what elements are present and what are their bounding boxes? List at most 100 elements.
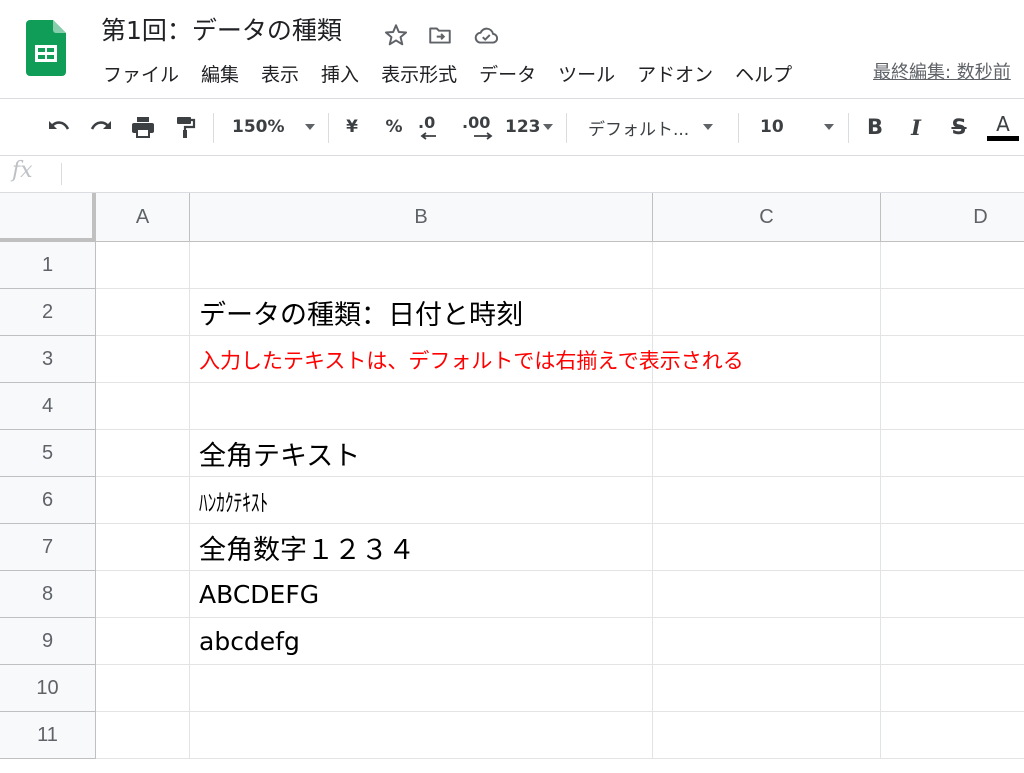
- cell-c10[interactable]: [653, 665, 881, 712]
- row-header-10[interactable]: 10: [0, 665, 96, 712]
- cell-d9[interactable]: [881, 618, 1024, 665]
- cell-d8[interactable]: [881, 571, 1024, 618]
- menu-help[interactable]: ヘルプ: [724, 60, 803, 90]
- cell-c9[interactable]: [653, 618, 881, 665]
- cell-c7[interactable]: [653, 524, 881, 571]
- cell-a4[interactable]: [96, 383, 190, 430]
- cell-a2[interactable]: [96, 289, 190, 336]
- menu-tools[interactable]: ツール: [547, 60, 626, 90]
- decrease-decimal-button[interactable]: .0: [418, 113, 450, 141]
- cell-c8[interactable]: [653, 571, 881, 618]
- sheets-logo-icon[interactable]: [26, 20, 66, 76]
- more-formats-select[interactable]: 123: [505, 113, 555, 141]
- font-family-select[interactable]: デフォルト...: [588, 113, 724, 141]
- cell-d11[interactable]: [881, 712, 1024, 759]
- text-color-button[interactable]: A: [986, 109, 1020, 143]
- cell-d2[interactable]: [881, 289, 1024, 336]
- cell-a10[interactable]: [96, 665, 190, 712]
- last-edit-link[interactable]: 最終編集: 数秒前: [873, 58, 1011, 88]
- row-header-2[interactable]: 2: [0, 289, 96, 336]
- chevron-down-icon: [823, 124, 834, 130]
- title-bar: 第1回：データの種類 ファイル 編集 表示 挿入 表示形式 データ ツール アド…: [0, 0, 1024, 99]
- chevron-down-icon: [703, 124, 714, 130]
- column-header-c[interactable]: C: [653, 193, 881, 242]
- fx-label: fx: [12, 158, 33, 183]
- text-color-swatch: [987, 135, 1019, 141]
- menu-data[interactable]: データ: [468, 60, 547, 90]
- redo-icon: [90, 121, 111, 130]
- cell-c2[interactable]: [653, 289, 881, 336]
- percent-format-button[interactable]: %: [381, 113, 407, 141]
- row-header-1[interactable]: 1: [0, 242, 96, 289]
- cell-d4[interactable]: [881, 383, 1024, 430]
- row-header-5[interactable]: 5: [0, 430, 96, 477]
- cell-c4[interactable]: [653, 383, 881, 430]
- redo-button[interactable]: [86, 113, 116, 141]
- row-header-7[interactable]: 7: [0, 524, 96, 571]
- toolbar-separator: [213, 113, 214, 143]
- menu-format[interactable]: 表示形式: [370, 60, 468, 90]
- column-header-b[interactable]: B: [190, 193, 653, 242]
- cell-a9[interactable]: [96, 618, 190, 665]
- undo-button[interactable]: [44, 113, 74, 141]
- row-header-3[interactable]: 3: [0, 336, 96, 383]
- cell-d7[interactable]: [881, 524, 1024, 571]
- row-header-4[interactable]: 4: [0, 383, 96, 430]
- cell-c5[interactable]: [653, 430, 881, 477]
- cell-a5[interactable]: [96, 430, 190, 477]
- row-header-8[interactable]: 8: [0, 571, 96, 618]
- formula-input[interactable]: [70, 160, 1010, 188]
- font-size-select[interactable]: 10: [760, 113, 836, 141]
- chevron-down-icon: [542, 124, 553, 130]
- cell-text-b9: abcdefg: [199, 627, 300, 656]
- cell-d1[interactable]: [881, 242, 1024, 289]
- cell-d3[interactable]: [881, 336, 1024, 383]
- paint-format-button[interactable]: [170, 113, 200, 141]
- row-header-11[interactable]: 11: [0, 712, 96, 759]
- row-header-9[interactable]: 9: [0, 618, 96, 665]
- cell-b4[interactable]: [190, 383, 653, 430]
- column-header-a[interactable]: A: [96, 193, 190, 242]
- cell-c6[interactable]: [653, 477, 881, 524]
- cell-d10[interactable]: [881, 665, 1024, 712]
- toolbar-separator: [328, 113, 329, 143]
- cell-text-b2: データの種類：日付と時刻: [199, 300, 523, 331]
- column-header-d[interactable]: D: [881, 193, 1024, 242]
- currency-format-button[interactable]: ¥: [339, 113, 365, 141]
- print-button[interactable]: [128, 113, 158, 141]
- strikethrough-button[interactable]: S: [946, 113, 972, 141]
- cell-b10[interactable]: [190, 665, 653, 712]
- zoom-select[interactable]: 150%: [232, 113, 318, 141]
- menu-file[interactable]: ファイル: [92, 60, 190, 90]
- cell-a1[interactable]: [96, 242, 190, 289]
- document-title[interactable]: 第1回：データの種類: [101, 14, 342, 48]
- menu-insert[interactable]: 挿入: [310, 60, 370, 90]
- paint-format-icon: [177, 117, 196, 138]
- cell-a6[interactable]: [96, 477, 190, 524]
- cell-a11[interactable]: [96, 712, 190, 759]
- select-all-corner[interactable]: [0, 193, 96, 242]
- cell-a8[interactable]: [96, 571, 190, 618]
- cell-d6[interactable]: [881, 477, 1024, 524]
- increase-decimal-button[interactable]: .00: [462, 113, 498, 141]
- cell-d5[interactable]: [881, 430, 1024, 477]
- toolbar: 150% ¥ % .0 .00 123 デフォルト... 10 B I S A: [0, 99, 1024, 156]
- cell-text-b5: 全角テキスト: [199, 441, 361, 472]
- cell-c1[interactable]: [653, 242, 881, 289]
- formula-bar-separator: [61, 163, 62, 185]
- cell-a3[interactable]: [96, 336, 190, 383]
- menu-addons[interactable]: アドオン: [626, 60, 724, 90]
- spreadsheet-grid: ABCD 1 2 3 4 5 6 7 8 9 10 11 データの種類：日付と時刻 入力したテキストは…: [0, 193, 1024, 773]
- menu-edit[interactable]: 編集: [190, 60, 250, 90]
- move-to-folder-icon[interactable]: [427, 22, 453, 48]
- cell-c11[interactable]: [653, 712, 881, 759]
- star-icon[interactable]: [383, 22, 409, 48]
- cell-b11[interactable]: [190, 712, 653, 759]
- row-header-6[interactable]: 6: [0, 477, 96, 524]
- menu-view[interactable]: 表示: [250, 60, 310, 90]
- cloud-saved-icon[interactable]: [473, 22, 499, 48]
- cell-a7[interactable]: [96, 524, 190, 571]
- cell-b1[interactable]: [190, 242, 653, 289]
- italic-button[interactable]: I: [903, 113, 929, 141]
- bold-button[interactable]: B: [862, 113, 888, 141]
